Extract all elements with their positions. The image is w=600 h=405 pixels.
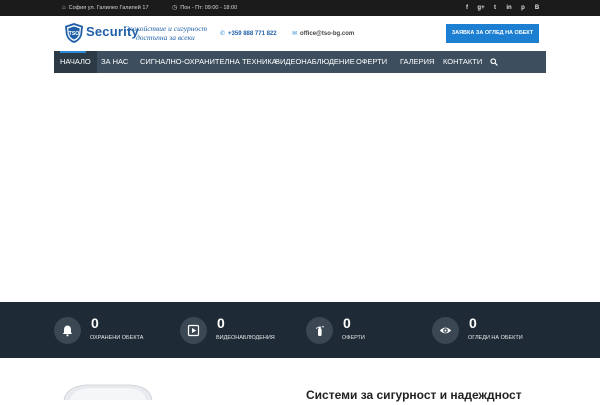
stats-band: 0 ОХРАНЕНИ ОБЕКТА 0 ВИДЕОНАБЛЮДЕНИЯ 0 ОФ…	[0, 302, 600, 358]
nav-item-about[interactable]: ЗА НАС	[101, 51, 128, 73]
nav-item-alarm-equipment[interactable]: СИГНАЛНО-ОХРАНИТЕЛНА ТЕХНИКА	[140, 51, 277, 73]
top-bar: ⌂ София ул. Галилео Галилей 17 ◷ Пон - Пт:…	[0, 0, 600, 16]
request-inspection-button[interactable]: ЗАЯВКА ЗА ОГЛЕД НА ОБЕКТ	[446, 24, 539, 43]
nav-item-home[interactable]: НАЧАЛО	[54, 51, 97, 73]
clock-icon: ◷	[172, 5, 178, 11]
main-navigation: НАЧАЛО ЗА НАС СИГНАЛНО-ОХРАНИТЕЛНА ТЕХНИ…	[54, 51, 546, 73]
blog-icon[interactable]: B	[532, 0, 542, 16]
facebook-icon[interactable]: f	[462, 0, 472, 16]
google-plus-icon[interactable]: g+	[476, 0, 486, 16]
extinguisher-icon	[306, 317, 333, 344]
phone-contact[interactable]: ✆ +359 888 771 822	[220, 30, 277, 37]
active-indicator	[60, 51, 86, 53]
nav-item-gallery[interactable]: ГАЛЕРИЯ	[400, 51, 434, 73]
eye-icon	[432, 317, 459, 344]
search-icon[interactable]	[490, 51, 498, 73]
stat-label: ОХРАНЕНИ ОБЕКТА	[90, 335, 144, 341]
email-contact[interactable]: ✉ office@tso-bg.com	[292, 30, 354, 37]
slogan-line-1: Спокойствие и сигурност	[124, 24, 208, 33]
linkedin-icon[interactable]: in	[504, 0, 514, 16]
nav-item-video-surveillance[interactable]: ВИДЕОНАБЛЮДЕНИЕ	[275, 51, 355, 73]
stat-value: 0	[343, 315, 351, 331]
stat-label: ОГЛЕДИ НА ОБЕКТИ	[468, 335, 523, 341]
stat-label: ОФЕРТИ	[342, 335, 365, 341]
address: ⌂ София ул. Галилео Галилей 17	[62, 0, 149, 16]
logo-badge-text: TSO	[69, 31, 80, 37]
email-address: office@tso-bg.com	[300, 31, 355, 37]
slogan-line-2: достъпна за всеки	[136, 33, 195, 42]
nav-item-contacts[interactable]: КОНТАКТИ	[443, 51, 482, 73]
envelope-icon: ✉	[292, 31, 298, 37]
stat-value: 0	[469, 315, 477, 331]
address-text: София ул. Галилео Галилей 17	[68, 5, 149, 11]
stat-value: 0	[217, 315, 225, 331]
phone-number: +359 888 771 822	[228, 31, 277, 37]
phone-icon: ✆	[220, 31, 226, 37]
stat-label: ВИДЕОНАБЛЮДЕНИЯ	[216, 335, 275, 341]
nav-item-offers[interactable]: ОФЕРТИ	[356, 51, 387, 73]
home-icon: ⌂	[62, 5, 66, 11]
working-hours: ◷ Пон - Пт: 09:00 - 18:00	[172, 0, 237, 16]
twitter-icon[interactable]: t	[490, 0, 500, 16]
hours-text: Пон - Пт: 09:00 - 18:00	[180, 5, 238, 11]
bell-icon	[54, 317, 81, 344]
pinterest-icon[interactable]: p	[518, 0, 528, 16]
logo-shield-icon[interactable]: TSO	[64, 22, 84, 44]
play-icon	[180, 317, 207, 344]
security-device-image	[60, 383, 154, 401]
stat-value: 0	[91, 315, 99, 331]
